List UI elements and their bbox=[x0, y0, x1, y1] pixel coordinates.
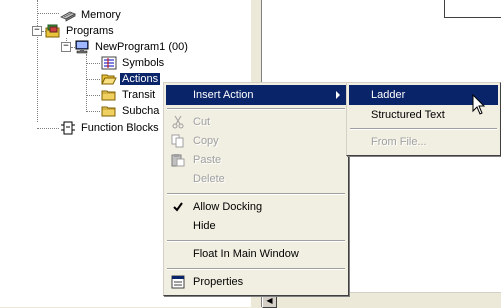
checkmark-icon bbox=[171, 200, 185, 214]
paste-icon bbox=[171, 153, 185, 167]
menu-separator bbox=[167, 240, 345, 242]
menu-item-insert-action[interactable]: Insert Action bbox=[166, 85, 346, 105]
tree-item-function-blocks[interactable]: Function Blocks bbox=[60, 120, 161, 136]
menu-item-from-file[interactable]: From File... bbox=[349, 132, 498, 152]
collapse-icon[interactable]: − bbox=[32, 26, 42, 36]
menu-item-hide[interactable]: Hide bbox=[166, 216, 346, 236]
tree-line bbox=[37, 128, 59, 129]
scissors-icon bbox=[171, 115, 185, 129]
menu-item-label: Allow Docking bbox=[193, 201, 263, 213]
menu-item-properties[interactable]: Properties bbox=[166, 272, 346, 292]
menu-item-copy[interactable]: Copy bbox=[166, 131, 346, 151]
menu-separator bbox=[350, 128, 497, 130]
tree-item-label: Actions bbox=[118, 72, 162, 87]
tree-item-actions[interactable]: Actions bbox=[101, 71, 162, 87]
submenu-arrow-icon bbox=[336, 91, 340, 99]
folder-icon bbox=[101, 88, 117, 102]
menu-item-label: Properties bbox=[193, 276, 244, 288]
tree-item-label: Transit bbox=[122, 89, 156, 102]
tree-item-label: Programs bbox=[66, 25, 114, 38]
menu-item-paste[interactable]: Paste bbox=[166, 150, 346, 170]
menu-item-float-in-main-window[interactable]: Float In Main Window bbox=[166, 244, 346, 264]
properties-icon bbox=[171, 275, 185, 289]
copy-icon bbox=[171, 134, 185, 148]
tree-item-label: NewProgram1 (00) bbox=[95, 41, 188, 54]
tree-line bbox=[86, 111, 100, 112]
program-icon bbox=[74, 40, 90, 54]
tree-item-newprogram1[interactable]: NewProgram1 (00) bbox=[74, 39, 190, 55]
tree-line bbox=[37, 13, 59, 14]
context-menu: Insert Action Cut Copy Paste Delete Allo… bbox=[163, 82, 349, 296]
menu-separator bbox=[167, 108, 345, 110]
folder-icon bbox=[101, 104, 117, 118]
menu-item-label: Float In Main Window bbox=[193, 248, 299, 260]
tree-item-symbols[interactable]: Symbols bbox=[101, 55, 166, 71]
menu-item-cut[interactable]: Cut bbox=[166, 112, 346, 132]
tree-item-transitions[interactable]: Transit bbox=[101, 87, 157, 103]
programs-folder-icon bbox=[45, 24, 61, 38]
memory-icon bbox=[60, 8, 76, 22]
menu-item-label: Cut bbox=[193, 116, 211, 128]
function-blocks-icon bbox=[60, 121, 76, 135]
menu-item-label: Hide bbox=[193, 220, 216, 232]
tree-item-memory[interactable]: Memory bbox=[60, 7, 123, 23]
menu-item-label: Insert Action bbox=[193, 89, 254, 101]
editor-header-box bbox=[444, 0, 501, 18]
menu-item-label: Copy bbox=[193, 135, 219, 147]
menu-item-label: Ladder bbox=[371, 89, 406, 101]
tree-line bbox=[37, 0, 38, 122]
menu-item-allow-docking[interactable]: Allow Docking bbox=[166, 197, 346, 217]
menu-separator bbox=[167, 268, 345, 270]
menu-item-label: Paste bbox=[193, 154, 222, 166]
tree-item-label: Subcha bbox=[122, 105, 160, 118]
tree-line bbox=[86, 63, 100, 64]
tree-item-programs[interactable]: Programs bbox=[45, 23, 116, 39]
menu-item-label: From File... bbox=[371, 136, 427, 148]
tree-line bbox=[86, 95, 100, 96]
menu-item-label: Delete bbox=[193, 173, 225, 185]
symbols-icon bbox=[101, 56, 117, 70]
tree-item-label: Memory bbox=[81, 9, 121, 22]
tree-item-label: Symbols bbox=[122, 57, 165, 70]
tree-item-subcharts[interactable]: Subcha bbox=[101, 103, 161, 119]
tree-line bbox=[86, 79, 100, 80]
mouse-pointer-icon bbox=[472, 94, 486, 115]
tree-item-label: Function Blocks bbox=[81, 122, 159, 135]
collapse-icon[interactable]: − bbox=[61, 42, 71, 52]
menu-item-delete[interactable]: Delete bbox=[166, 169, 346, 189]
menu-item-label: Structured Text bbox=[371, 109, 445, 121]
menu-separator bbox=[167, 193, 345, 195]
folder-open-icon bbox=[101, 72, 117, 86]
